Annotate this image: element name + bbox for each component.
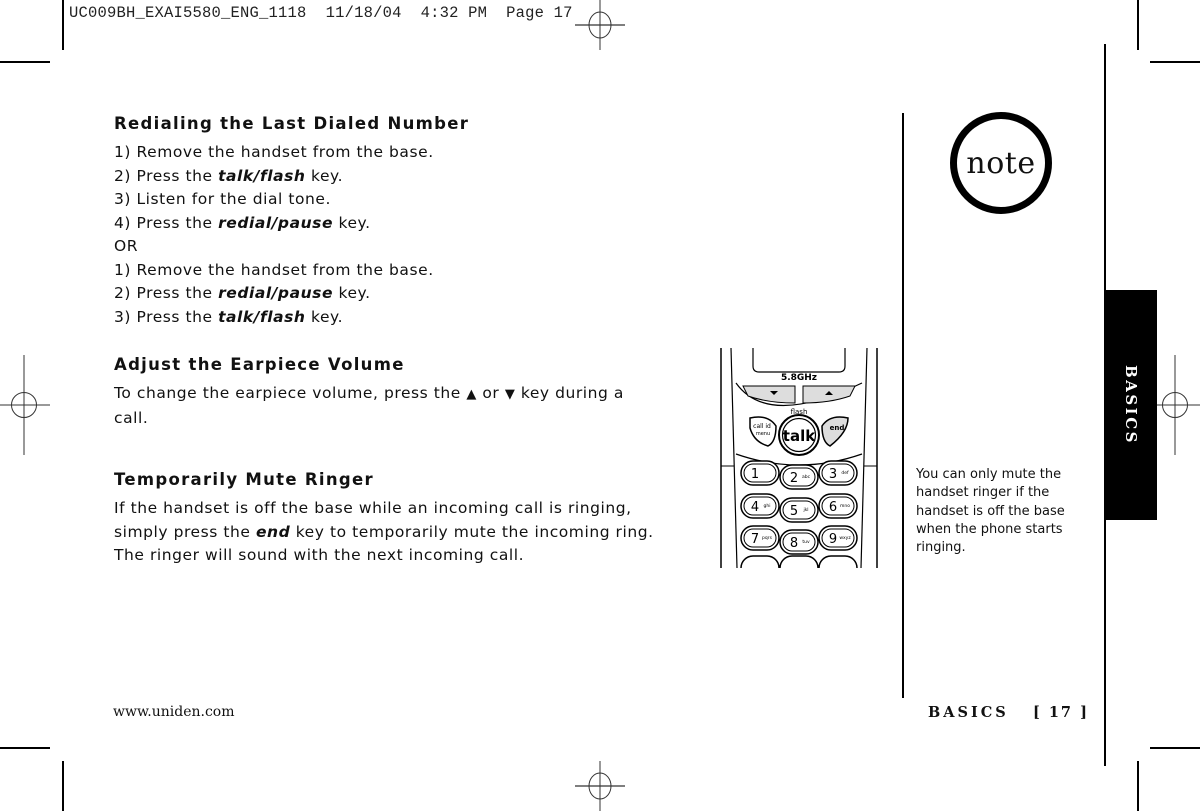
svg-text:call id: call id <box>753 423 771 430</box>
svg-text:end: end <box>830 424 845 432</box>
digit-key-partial <box>740 555 780 568</box>
registration-mark-right <box>1150 355 1200 455</box>
digit-key-letters: jkl <box>802 507 808 513</box>
crop-mark <box>1150 61 1200 63</box>
digit-key: 5 jkl <box>779 497 819 523</box>
footer-section: BASICS <box>928 704 1009 721</box>
digit-key-letters: mno <box>840 504 850 509</box>
crop-mark <box>1150 747 1200 749</box>
digit-key-number: 1 <box>751 467 759 482</box>
digit-key-letters: ghi <box>764 503 771 509</box>
note-icon: note <box>950 112 1052 214</box>
digit-key-number: 4 <box>751 500 759 515</box>
digit-key: 4 ghi <box>740 493 780 519</box>
registration-mark-bottom <box>575 761 625 811</box>
crop-mark <box>0 747 50 749</box>
digit-key-partial <box>818 555 858 568</box>
svg-text:menu: menu <box>756 431 770 437</box>
digit-key-number: 8 <box>790 536 798 551</box>
crop-mark <box>62 0 64 50</box>
redial-step: 4) Press the redial/pause key. <box>114 213 371 232</box>
digit-key-number: 6 <box>829 500 837 515</box>
note-column-divider <box>902 113 904 698</box>
slug-date: 11/18/04 <box>325 4 402 22</box>
registration-mark-top <box>575 0 625 50</box>
down-arrow-icon: ▼ <box>504 387 516 402</box>
redial-step: 3) Press the talk/flash key. <box>114 307 344 326</box>
redial-step: 3) Listen for the dial tone. <box>114 190 331 208</box>
redial-step: 2) Press the talk/flash key. <box>114 166 344 185</box>
digit-key: 3 def <box>818 460 858 486</box>
digit-key-number: 5 <box>790 504 798 519</box>
digit-key-number: 3 <box>829 467 837 482</box>
redial-step: 1) Remove the handset from the base. <box>114 260 434 279</box>
volume-down-key <box>742 385 796 404</box>
digit-key: 7 pqrs <box>740 525 780 551</box>
heading-volume: Adjust the Earpiece Volume <box>114 355 405 374</box>
digit-key-number: 2 <box>790 471 798 486</box>
handset-illustration: 5.8GHz flash call id menu talk end 1 2 abc… <box>720 348 878 568</box>
slug-file-name: UC009BH_EXAI5580_ENG_1118 <box>69 4 307 22</box>
digit-key-letters: pqrs <box>762 535 773 541</box>
digit-key: 8 tuv <box>779 529 819 555</box>
svg-text:talk: talk <box>783 427 816 445</box>
digit-key-number: 7 <box>751 532 759 547</box>
digit-key-letters: wxyz <box>839 536 851 541</box>
volume-text: To change the earpiece volume, press the… <box>114 384 624 427</box>
crop-mark <box>1137 0 1139 50</box>
side-note-text: You can only mute the handset ringer if … <box>916 467 1065 556</box>
redial-steps: 1) Remove the handset from the base. 2) … <box>114 141 434 329</box>
footer-page: BASICS [ 17 ] <box>928 704 1089 721</box>
redial-step: 2) Press the redial/pause key. <box>114 284 371 302</box>
mute-text: If the handset is off the base while an … <box>114 499 654 564</box>
crop-mark <box>0 61 50 63</box>
digit-key-letters: tuv <box>802 539 810 545</box>
digit-key-letters: def <box>841 470 849 476</box>
digit-keys: 1 2 abc 3 def 4 ghi 5 jkl 6 mno 7 pqrs 8 tuv 9 wxyz <box>740 460 858 568</box>
digit-key: 1 <box>740 460 780 486</box>
or-separator: OR <box>114 237 139 255</box>
note-icon-label: note <box>966 145 1036 181</box>
heading-mute: Temporarily Mute Ringer <box>114 470 374 489</box>
digit-key: 6 mno <box>818 493 858 519</box>
up-arrow-icon: ▲ <box>466 387 477 402</box>
slug-page: Page 17 <box>506 4 573 22</box>
section-tab-label: BASICS <box>1122 365 1140 445</box>
band-label: 5.8GHz <box>781 373 817 383</box>
crop-mark <box>62 761 64 811</box>
digit-key: 9 wxyz <box>818 525 858 551</box>
digit-key-number: 9 <box>829 532 837 547</box>
registration-mark-left <box>0 355 50 455</box>
section-tab: BASICS <box>1105 290 1157 520</box>
digit-key-partial <box>779 555 819 568</box>
crop-mark <box>1137 761 1139 811</box>
footer-url: www.uniden.com <box>113 704 235 720</box>
digit-key-letters: abc <box>802 474 811 480</box>
printer-slug: UC009BH_EXAI5580_ENG_1118 11/18/04 4:32 … <box>69 4 573 22</box>
heading-redial: Redialing the Last Dialed Number <box>114 114 470 133</box>
footer-page-number: [ 17 ] <box>1032 704 1089 721</box>
redial-step: 1) Remove the handset from the base. <box>114 143 434 161</box>
digit-key: 2 abc <box>779 464 819 490</box>
slug-time: 4:32 PM <box>420 4 488 22</box>
